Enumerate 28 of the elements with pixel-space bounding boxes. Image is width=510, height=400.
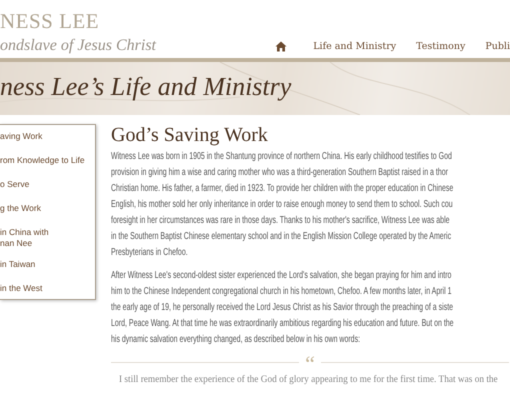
paragraph-line: Witness Lee was born in 1905 in the Shantung province of northern China. His early childhood testifies to God <box>111 150 452 164</box>
sidebar-link[interactable]: rom Knowledge to Life <box>0 155 95 179</box>
paragraph-line: Presbyterians in Chefoo. <box>111 246 188 260</box>
sidebar-link[interactable]: in the West <box>0 283 95 307</box>
home-icon[interactable] <box>275 41 288 52</box>
paragraph-line: his dynamic salvation everything changed, as described below in his own words: <box>111 333 360 347</box>
site-tagline: ondslave of Jesus Christ <box>0 36 156 56</box>
article-heading: God’s Saving Work <box>111 124 269 146</box>
paragraph-line: him to the Chinese Independent congregational church in his hometown, Chefoo. A few months later, in April 1 <box>111 285 452 299</box>
sidebar-link[interactable]: in China with nan Nee <box>0 227 95 259</box>
paragraph-line: the early age of 19, he personally received the Lord Jesus Christ as his Savior through the preaching of a siste <box>111 301 454 315</box>
nav-link[interactable]: Publi <box>485 41 510 52</box>
nav-link[interactable]: Life and Ministry <box>313 41 396 52</box>
paragraph-line: Christian home. His father, a farmer, died in 1923. To provide her children with the proper education in Chinese <box>111 182 454 196</box>
paragraph-line: Lord, Peace Wang. At that time he was extraordinarily ambitious regarding his education and future. But on the <box>111 317 454 331</box>
page-title: ness Lee’s Life and Ministry <box>0 71 292 102</box>
sidebar-link[interactable]: g the Work <box>0 203 95 227</box>
paragraph-line: provision in giving him a wise and caring mother who was a third-generation Southern Baptist raised in a thor <box>111 166 448 180</box>
paragraph-line: After Witness Lee's second-oldest sister experienced the Lord's salvation, she began praying for him and intro <box>111 269 452 283</box>
paragraph-line: foresight in her circumstances was rare in those days. Thanks to his mother's sacrifice, Witness Lee was able <box>111 214 450 228</box>
sidebar-link[interactable]: in Taiwan <box>0 259 95 283</box>
quote-text: I still remember the experience of the God of glory appearing to me for the first time. That was on the <box>119 374 498 385</box>
sidebar-link[interactable]: aving Work <box>0 131 95 155</box>
nav-link[interactable]: Testimony <box>416 41 466 52</box>
quote-mark: “ <box>305 355 315 369</box>
sidebar-link[interactable]: o Serve <box>0 179 95 203</box>
paragraph-line: in the Southern Baptist Chinese elementary school and in the English Mission College operated by the Americ <box>111 230 452 244</box>
paragraph-line: English, his mother sold her only inheritance in order to raise enough money to send them to school. Such cou <box>111 198 453 212</box>
